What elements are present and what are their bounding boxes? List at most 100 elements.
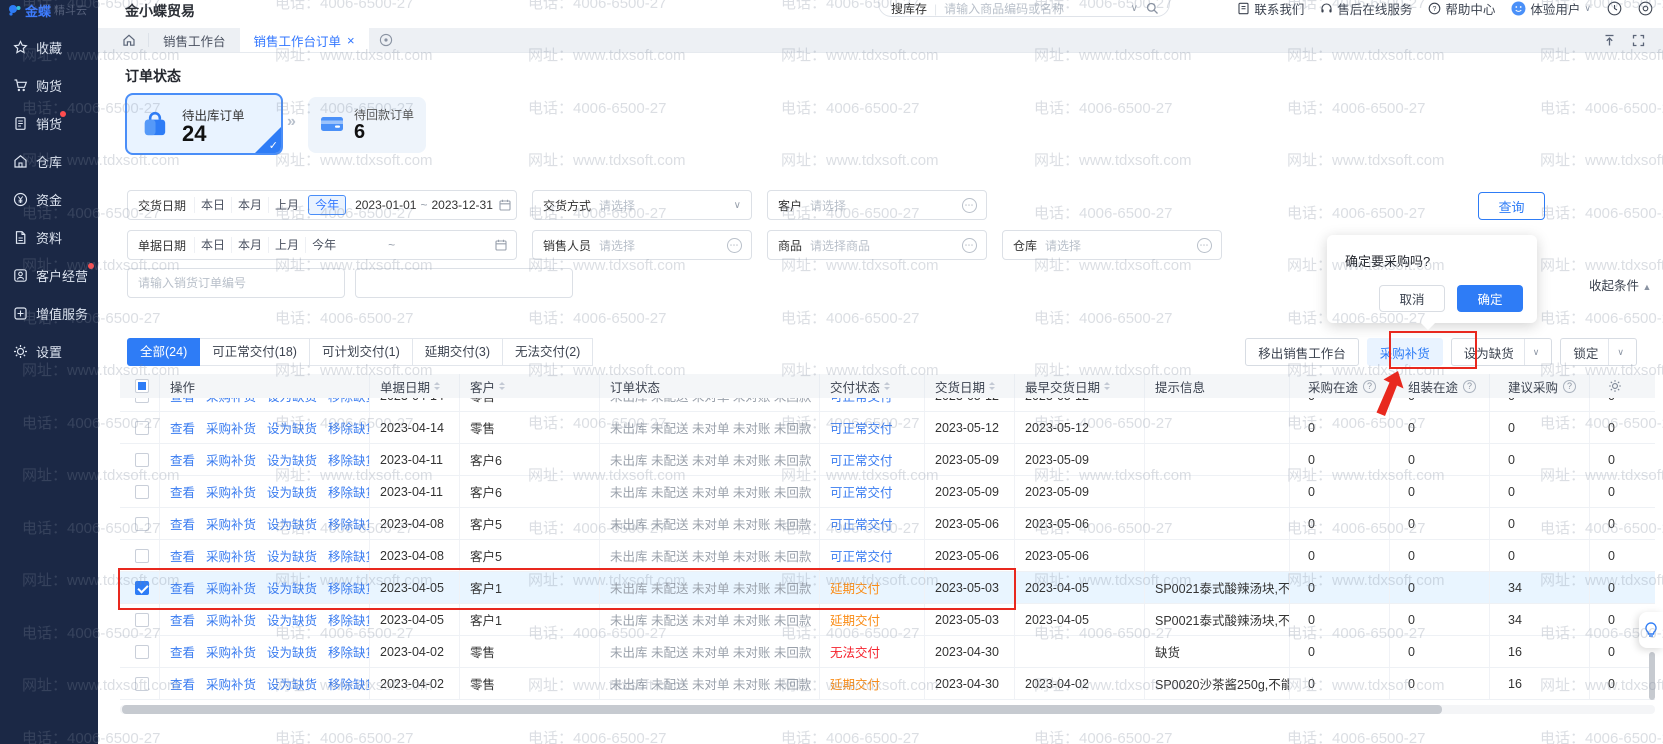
row-action-view[interactable]: 查看 xyxy=(170,578,195,597)
service-circle-icon[interactable] xyxy=(1638,1,1653,16)
row-action-view[interactable]: 查看 xyxy=(170,398,195,405)
sidebar-item-value-services[interactable]: 增值服务 xyxy=(0,294,98,332)
table-row[interactable]: 查看 采购补货 设为缺货 移除缺货 2023-04-14 零售 未出库 未配送 … xyxy=(120,412,1655,444)
chevron-down-icon[interactable]: ∨ xyxy=(1609,347,1624,358)
remove-from-workbench-button[interactable]: 移出销售工作台 xyxy=(1245,338,1359,366)
row-action-view[interactable]: 查看 xyxy=(170,450,195,469)
row-action-set-shortage[interactable]: 设为缺货 xyxy=(267,610,317,629)
warehouse-filter[interactable]: 仓库 请选择 ⋯ xyxy=(1002,230,1222,260)
delivery-tab[interactable]: 全部(24) xyxy=(127,338,200,366)
row-checkbox[interactable] xyxy=(135,517,149,531)
customer-filter[interactable]: 客户 请选择 ⋯ xyxy=(767,190,987,220)
row-action-view[interactable]: 查看 xyxy=(170,610,195,629)
inventory-search-box[interactable]: 搜库存 | 请输入商品编码或名称 ∨ xyxy=(878,0,1170,17)
row-action-view[interactable]: 查看 xyxy=(170,546,195,565)
vertical-scrollbar-thumb[interactable] xyxy=(1649,652,1655,700)
salesperson-filter[interactable]: 销售人员 请选择 ⋯ xyxy=(532,230,752,260)
tab-sales-workbench-orders[interactable]: 销售工作台订单 × xyxy=(240,28,369,52)
row-action-set-shortage[interactable]: 设为缺货 xyxy=(267,482,317,501)
table-row[interactable]: 查看 采购补货 设为缺货 移除缺货 2023-04-05 客户1 未出库 未配送… xyxy=(120,604,1655,636)
purchase-replenish-button[interactable]: 采购补货 xyxy=(1367,338,1443,366)
sidebar-item-purchase[interactable]: 购货 xyxy=(0,66,98,104)
fullscreen-icon[interactable] xyxy=(1632,34,1645,47)
row-action-purchase[interactable]: 采购补货 xyxy=(206,674,256,693)
ellipsis-circle-icon[interactable]: ⋯ xyxy=(727,238,742,253)
query-button[interactable]: 查询 xyxy=(1478,192,1545,220)
row-action-purchase[interactable]: 采购补货 xyxy=(206,450,256,469)
table-row[interactable]: 查看 采购补货 设为缺货 移除缺货 2023-04-02 零售 未出库 未配送 … xyxy=(120,636,1655,668)
close-tab-icon[interactable]: × xyxy=(347,33,355,48)
pending-outbound-orders-card[interactable]: 待出库订单 24 ✓ xyxy=(125,93,283,155)
row-checkbox[interactable] xyxy=(135,613,149,627)
row-action-set-shortage[interactable]: 设为缺货 xyxy=(267,398,317,405)
col-doc-date[interactable]: 单据日期 xyxy=(370,374,460,398)
quick-date-option[interactable]: 本月 xyxy=(231,237,268,253)
delivery-tab[interactable]: 可计划交付(1) xyxy=(310,338,413,366)
select-all-checkbox[interactable] xyxy=(135,379,149,393)
contact-us-menu[interactable]: 联系我们 xyxy=(1237,0,1304,18)
quick-date-option[interactable]: 上月 xyxy=(268,237,305,253)
row-action-view[interactable]: 查看 xyxy=(170,674,195,693)
quick-date-option[interactable]: 上月 xyxy=(268,197,305,213)
col-delivery-status[interactable]: 交付状态 xyxy=(820,374,925,398)
sales-doc-no-input[interactable] xyxy=(355,268,573,298)
chevron-down-icon[interactable]: ∨ xyxy=(1525,347,1540,358)
quick-date-option[interactable]: 本月 xyxy=(231,197,268,213)
quick-date-option[interactable]: 今年 xyxy=(308,195,346,215)
table-row[interactable]: 查看 采购补货 设为缺货 移除缺货 2023-04-08 客户5 未出库 未配送… xyxy=(120,540,1655,572)
row-checkbox[interactable] xyxy=(135,581,149,595)
floating-help-button[interactable] xyxy=(1639,612,1663,648)
sales-order-no-input[interactable] xyxy=(127,268,345,298)
help-center-menu[interactable]: ? 帮助中心 xyxy=(1428,0,1495,18)
calendar-icon[interactable] xyxy=(495,239,507,251)
delivery-tab[interactable]: 可正常交付(18) xyxy=(200,338,310,366)
user-menu[interactable]: 体验用户 ∨ xyxy=(1511,0,1591,18)
row-action-view[interactable]: 查看 xyxy=(170,642,195,661)
row-action-view[interactable]: 查看 xyxy=(170,482,195,501)
row-action-set-shortage[interactable]: 设为缺货 xyxy=(267,418,317,437)
tab-options-icon[interactable] xyxy=(379,28,393,52)
search-icon[interactable] xyxy=(1146,2,1159,15)
row-checkbox[interactable] xyxy=(135,398,149,403)
table-row[interactable]: 查看 采购补货 设为缺货 移除缺货 2023-04-02 零售 未出库 未配送 … xyxy=(120,668,1655,700)
tab-sales-workbench[interactable]: 销售工作台 xyxy=(149,28,240,52)
collapse-conditions-link[interactable]: 收起条件 ▲ xyxy=(1589,275,1651,294)
row-action-remove-shortage[interactable]: 移除缺货 xyxy=(328,398,370,405)
ellipsis-circle-icon[interactable]: ⋯ xyxy=(962,238,977,253)
sidebar-item-funds[interactable]: 资金 xyxy=(0,180,98,218)
horizontal-scrollbar-thumb[interactable] xyxy=(122,705,1442,714)
row-checkbox[interactable] xyxy=(135,645,149,659)
row-action-remove-shortage[interactable]: 移除缺货 xyxy=(328,578,370,597)
table-row[interactable]: 查看 采购补货 设为缺货 移除缺货 2023-04-14 零售 未出库 未配送 … xyxy=(120,398,1655,412)
search-category[interactable]: 搜库存 xyxy=(891,0,927,17)
sidebar-item-settings[interactable]: 设置 xyxy=(0,332,98,370)
quick-date-option[interactable]: 今年 xyxy=(305,237,342,253)
chevron-down-icon[interactable]: ∨ xyxy=(1131,3,1138,14)
calendar-icon[interactable] xyxy=(499,199,511,211)
row-action-remove-shortage[interactable]: 移除缺货 xyxy=(328,482,370,501)
delivery-tab[interactable]: 无法交付(2) xyxy=(503,338,593,366)
delivery-tab[interactable]: 延期交付(3) xyxy=(413,338,503,366)
ellipsis-circle-icon[interactable]: ⋯ xyxy=(962,198,977,213)
info-icon[interactable]: ? xyxy=(1463,380,1476,393)
row-action-set-shortage[interactable]: 设为缺货 xyxy=(267,450,317,469)
row-action-remove-shortage[interactable]: 移除缺货 xyxy=(328,642,370,661)
info-icon[interactable]: ? xyxy=(1363,380,1376,393)
table-row[interactable]: 查看 采购补货 设为缺货 移除缺货 2023-04-05 客户1 未出库 未配送… xyxy=(120,572,1655,604)
row-checkbox[interactable] xyxy=(135,453,149,467)
row-action-purchase[interactable]: 采购补货 xyxy=(206,514,256,533)
delivery-method-filter[interactable]: 交货方式 请选择 ∨ xyxy=(532,190,752,220)
after-sales-service-menu[interactable]: 售后在线服务 xyxy=(1320,0,1412,18)
sidebar-item-favorites[interactable]: 收藏 xyxy=(0,28,98,66)
column-settings-gear-icon[interactable] xyxy=(1608,379,1622,393)
cancel-button[interactable]: 取消 xyxy=(1379,285,1445,312)
quick-date-option[interactable]: 本日 xyxy=(194,237,231,253)
row-checkbox[interactable] xyxy=(135,549,149,563)
info-icon[interactable]: ? xyxy=(1563,380,1576,393)
row-action-remove-shortage[interactable]: 移除缺货 xyxy=(328,610,370,629)
product-filter[interactable]: 商品 请选择商品 ⋯ xyxy=(767,230,987,260)
row-checkbox[interactable] xyxy=(135,485,149,499)
set-shortage-button[interactable]: 设为缺货 ∨ xyxy=(1451,338,1553,366)
sidebar-item-customer-ops[interactable]: 客户经营 xyxy=(0,256,98,294)
home-tab-button[interactable] xyxy=(110,28,148,52)
